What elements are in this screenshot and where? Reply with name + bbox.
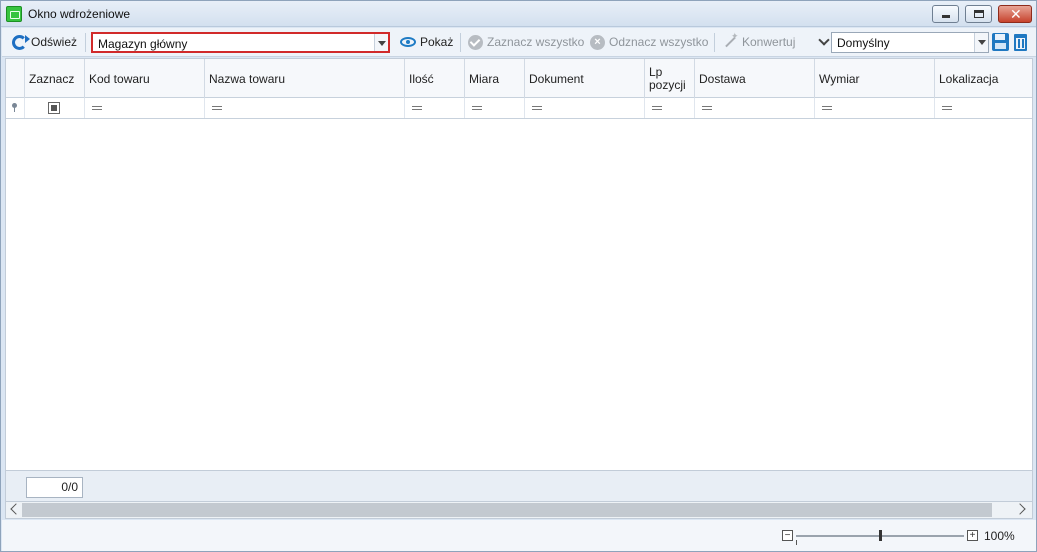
zoom-level: 100% (984, 529, 1015, 543)
row-indicator-header (6, 59, 25, 98)
warehouse-select[interactable]: Magazyn główny (91, 32, 390, 53)
column-header-wymiar[interactable]: Wymiar (815, 59, 935, 98)
pin-icon (12, 103, 17, 112)
close-icon: ✕ (1010, 6, 1022, 22)
layout-select-value: Domyślny (837, 36, 890, 50)
filter-row-indicator (6, 98, 25, 118)
column-header-lokalizacja[interactable]: Lokalizacja (935, 59, 1032, 98)
show-button[interactable]: Pokaż (400, 28, 453, 56)
eye-icon (400, 37, 416, 47)
refresh-button[interactable]: Odśwież (12, 28, 77, 56)
equals-icon[interactable] (412, 106, 422, 110)
warehouse-select-value: Magazyn główny (98, 37, 188, 51)
equals-icon[interactable] (532, 106, 542, 110)
toolbar-separator (714, 33, 715, 52)
column-header-kod-towaru[interactable]: Kod towaru (85, 59, 205, 98)
save-icon[interactable] (992, 33, 1009, 51)
column-header-dostawa[interactable]: Dostawa (695, 59, 815, 98)
filter-cell-miara[interactable] (465, 98, 525, 118)
filter-cell-dostawa[interactable] (695, 98, 815, 118)
maximize-button[interactable] (965, 5, 992, 23)
filter-cell-ilosc[interactable] (405, 98, 465, 118)
equals-icon[interactable] (472, 106, 482, 110)
column-header-ilosc[interactable]: Ilość (405, 59, 465, 98)
zoom-slider-tick (796, 540, 797, 545)
zoom-out-button[interactable]: − (782, 530, 793, 541)
filter-checkbox[interactable] (48, 102, 60, 114)
record-counter: 0/0 (26, 477, 83, 498)
toolbar-separator (460, 33, 461, 52)
maximize-icon (974, 10, 984, 18)
main-window: Okno wdrożeniowe ✕ Odśwież Magazyn główn… (0, 0, 1037, 552)
equals-icon[interactable] (652, 106, 662, 110)
filter-cell-lp-pozycji[interactable] (645, 98, 695, 118)
grid-header: Zaznacz Kod towaru Nazwa towaru Ilość Mi… (6, 59, 1032, 98)
equals-icon[interactable] (942, 106, 952, 110)
zoom-slider-thumb[interactable] (879, 530, 882, 541)
chevron-down-icon[interactable] (374, 34, 388, 51)
window-title: Okno wdrożeniowe (28, 7, 131, 21)
layout-select[interactable]: Domyślny (831, 32, 989, 53)
equals-icon[interactable] (822, 106, 832, 110)
convert-label: Konwertuj (742, 35, 796, 49)
select-all-label: Zaznacz wszystko (487, 35, 585, 49)
close-button[interactable]: ✕ (998, 5, 1032, 23)
filter-cell-zaznacz[interactable] (25, 98, 85, 118)
column-header-nazwa-towaru[interactable]: Nazwa towaru (205, 59, 405, 98)
minimize-button[interactable] (932, 5, 959, 23)
trash-icon[interactable] (1014, 34, 1027, 51)
title-bar[interactable]: Okno wdrożeniowe ✕ (1, 1, 1036, 27)
show-label: Pokaż (420, 35, 454, 49)
filter-cell-nazwa-towaru[interactable] (205, 98, 405, 118)
chevron-right-icon[interactable] (1014, 503, 1026, 515)
status-bar: − + 100% (2, 520, 1036, 551)
chevron-left-icon[interactable] (10, 503, 22, 515)
filter-cell-kod-towaru[interactable] (85, 98, 205, 118)
equals-icon[interactable] (92, 106, 102, 110)
refresh-icon (12, 34, 30, 50)
filter-cell-lokalizacja[interactable] (935, 98, 1032, 118)
scrollbar-thumb[interactable] (22, 503, 992, 517)
x-circle-icon: × (590, 34, 605, 50)
magic-wand-icon (722, 31, 739, 50)
column-header-zaznacz[interactable]: Zaznacz (25, 59, 85, 98)
column-header-miara[interactable]: Miara (465, 59, 525, 98)
minimize-icon (942, 15, 950, 18)
toolbar-separator (85, 33, 86, 52)
chevron-down-icon (818, 34, 830, 46)
chevron-down-icon[interactable] (974, 33, 988, 52)
refresh-label: Odśwież (31, 35, 78, 49)
deselect-all-label: Odznacz wszystko (609, 35, 709, 49)
data-grid[interactable]: Zaznacz Kod towaru Nazwa towaru Ilość Mi… (5, 58, 1033, 471)
deselect-all-button[interactable]: × Odznacz wszystko (590, 28, 708, 56)
grid-footer: 0/0 (5, 471, 1033, 502)
zoom-in-button[interactable]: + (967, 530, 978, 541)
app-icon (6, 6, 22, 22)
equals-icon[interactable] (702, 106, 712, 110)
filter-cell-dokument[interactable] (525, 98, 645, 118)
column-header-dokument[interactable]: Dokument (525, 59, 645, 98)
select-all-button[interactable]: Zaznacz wszystko (468, 28, 584, 56)
horizontal-scrollbar[interactable] (5, 502, 1033, 519)
equals-icon[interactable] (212, 106, 222, 110)
column-header-lp-pozycji[interactable]: Lp pozycji (645, 59, 695, 98)
convert-button[interactable]: Konwertuj (722, 28, 795, 56)
toolbar: Odśwież Magazyn główny Pokaż Zaznacz wsz… (2, 28, 1036, 57)
filter-cell-wymiar[interactable] (815, 98, 935, 118)
filter-row (6, 98, 1032, 119)
check-circle-icon (468, 34, 483, 50)
